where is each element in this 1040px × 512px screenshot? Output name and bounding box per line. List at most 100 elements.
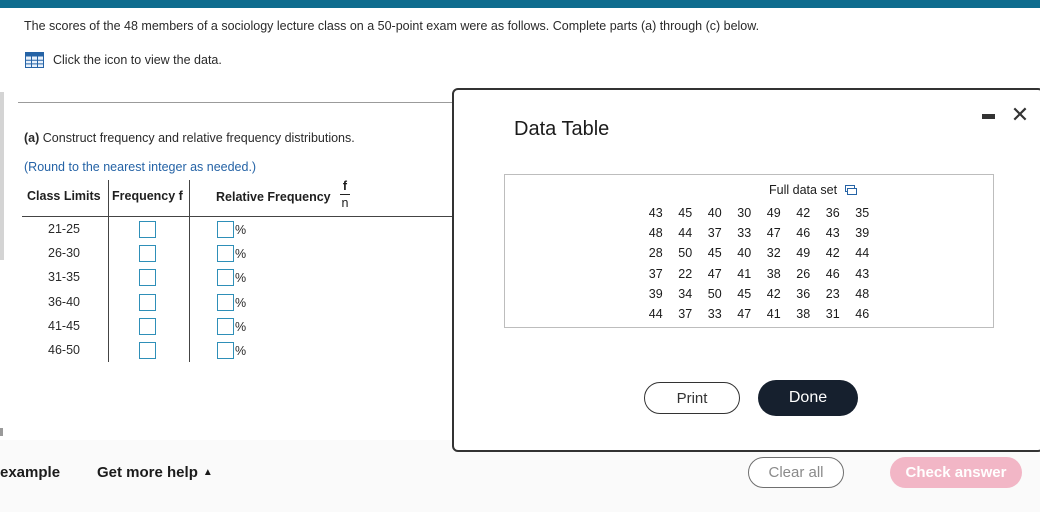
relative-input-46-50[interactable] [217,342,234,359]
view-data-link[interactable]: Click the icon to view the data. [25,52,222,68]
data-cell: 40 [737,246,752,261]
clear-all-button[interactable]: Clear all [748,457,844,488]
left-scroll-accent [0,92,4,260]
data-cell: 46 [855,307,870,322]
data-row: 39 34 50 45 42 36 23 48 [641,284,877,304]
view-example-link[interactable]: example [0,464,60,481]
frequency-input-26-30[interactable] [139,245,156,262]
data-cell: 41 [766,307,781,322]
frequency-input-46-50[interactable] [139,342,156,359]
frequency-input-21-25[interactable] [139,221,156,238]
data-cell: 43 [648,206,663,221]
header-frequency: Frequency f [112,189,183,203]
data-cell: 49 [766,206,781,221]
class-limit-46-50: 46-50 [48,343,80,357]
data-cell: 43 [855,266,870,281]
data-cell: 47 [707,266,722,281]
frequency-input-41-45[interactable] [139,318,156,335]
done-button[interactable]: Done [758,380,858,416]
data-cell: 38 [766,266,781,281]
fraction-bar [340,194,350,195]
data-values-grid: 43 45 40 30 49 42 36 35 48 44 37 33 47 46 43 39 28 50 45… [641,203,877,324]
data-cell: 46 [796,226,811,241]
frequency-input-36-40[interactable] [139,294,156,311]
data-cell: 22 [678,266,693,281]
frequency-input-31-35[interactable] [139,269,156,286]
get-more-help-button[interactable]: Get more help ▲ [97,464,213,481]
data-cell: 45 [737,286,752,301]
data-cell: 45 [678,206,693,221]
print-button[interactable]: Print [644,382,740,414]
section-divider [18,102,454,103]
data-cell: 40 [707,206,722,221]
view-data-label[interactable]: Click the icon to view the data. [53,53,222,67]
class-limit-36-40: 36-40 [48,295,80,309]
data-cell: 35 [855,206,870,221]
data-cell: 36 [796,286,811,301]
class-limit-41-45: 41-45 [48,319,80,333]
data-cell: 44 [678,226,693,241]
part-a-label: (a) [24,131,40,145]
class-limit-26-30: 26-30 [48,246,80,260]
fraction-numerator: f [342,179,348,193]
fraction-f-over-n: f n [340,179,350,210]
question-text: The scores of the 48 members of a sociol… [24,19,760,33]
column-divider-1 [108,180,109,362]
percent-sign: % [235,223,247,237]
percent-sign: % [235,247,247,261]
data-cell: 30 [737,206,752,221]
full-data-set-header: Full data set [769,183,858,197]
relative-input-41-45[interactable] [217,318,234,335]
data-cell: 39 [855,226,870,241]
fraction-denominator: n [341,196,349,210]
percent-sign: % [235,271,247,285]
relative-input-21-25[interactable] [217,221,234,238]
part-a-text: Construct frequency and relative frequen… [42,131,355,145]
data-cell: 49 [796,246,811,261]
data-cell: 41 [737,266,752,281]
check-answer-button[interactable]: Check answer [890,457,1022,488]
data-row: 37 22 47 41 38 26 46 43 [641,264,877,284]
table-grid-icon[interactable] [25,52,44,68]
left-tick-mark [0,428,3,436]
data-cell: 26 [796,266,811,281]
dialog-title: Data Table [514,118,610,140]
data-cell: 46 [825,266,840,281]
percent-sign: % [235,320,247,334]
header-class-limits: Class Limits [27,189,101,203]
data-cell: 38 [796,307,811,322]
column-divider-2 [189,180,190,362]
minimize-icon[interactable] [982,114,995,119]
round-note: (Round to the nearest integer as needed.… [24,160,257,174]
data-cell: 32 [766,246,781,261]
relative-input-36-40[interactable] [217,294,234,311]
top-bar [0,0,1040,8]
data-set-panel: Full data set 43 45 40 30 49 42 36 35 48 44 37 33 4… [504,174,994,328]
get-more-help-label[interactable]: Get more help [97,464,198,481]
relative-input-26-30[interactable] [217,245,234,262]
data-cell: 48 [648,226,663,241]
header-underline [22,216,454,217]
data-cell: 28 [648,246,663,261]
close-icon[interactable]: ✕ [1010,104,1030,126]
data-cell: 48 [855,286,870,301]
data-cell: 42 [766,286,781,301]
caret-up-icon: ▲ [202,467,213,478]
data-row: 48 44 37 33 47 46 43 39 [641,223,877,243]
data-cell: 47 [766,226,781,241]
data-cell: 33 [707,307,722,322]
data-cell: 36 [825,206,840,221]
data-row: 43 45 40 30 49 42 36 35 [641,203,877,223]
data-cell: 37 [648,266,663,281]
copy-data-icon[interactable] [845,185,858,195]
percent-sign: % [235,296,247,310]
header-relative-frequency: Relative Frequency [216,190,331,204]
relative-input-31-35[interactable] [217,269,234,286]
data-cell: 33 [737,226,752,241]
data-cell: 37 [678,307,693,322]
data-cell: 31 [825,307,840,322]
class-limit-21-25: 21-25 [48,222,80,236]
data-cell: 43 [825,226,840,241]
data-cell: 44 [855,246,870,261]
data-cell: 37 [707,226,722,241]
